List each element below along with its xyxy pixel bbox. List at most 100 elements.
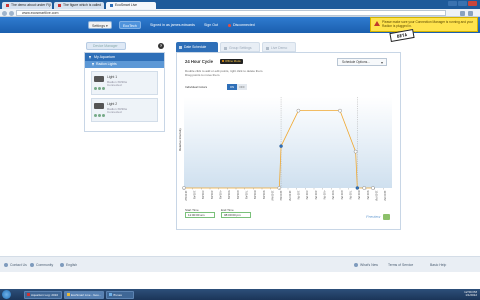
aquarium-header[interactable]: My Aquarium — [85, 53, 164, 61]
remove-icon[interactable] — [102, 87, 105, 90]
start-button[interactable] — [2, 290, 11, 299]
group-icon — [224, 46, 227, 50]
x-tick-label: 6:00 PM — [340, 191, 343, 200]
footer-link-terms[interactable]: Terms of Service — [388, 262, 413, 268]
footer-link-language[interactable]: English — [60, 262, 77, 268]
forward-icon[interactable] — [9, 10, 14, 16]
x-tick-label: 8:00 PM — [357, 191, 360, 200]
x-tick-label: 4:00 AM — [218, 191, 221, 200]
light-tools — [94, 87, 105, 90]
light-item-2[interactable]: Light 2 Radion XR30w Connected — [91, 98, 158, 122]
footer-link-text: Contact Us — [10, 263, 27, 267]
control-point-5[interactable] — [362, 186, 367, 190]
news-icon — [354, 263, 358, 268]
schedule-panel: 24 Hour Cycle Offline Mode Schedule Opti… — [176, 52, 401, 230]
calendar-icon — [179, 45, 182, 49]
browser-tab-1[interactable]: The demo about under Fiji — [2, 2, 52, 9]
radion-light-icon — [94, 103, 104, 109]
device-manager-button[interactable]: Device Manager — [86, 42, 126, 50]
x-tick-label: 10:00 PM — [374, 191, 377, 201]
x-tick-label: 12:00 AM — [184, 191, 187, 201]
x-tick-label: 9:00 AM — [262, 191, 265, 200]
tab-title: The figure which is called — [63, 3, 102, 7]
tab-label: Live Demo — [271, 46, 288, 50]
control-point-3[interactable] — [338, 108, 342, 113]
settings-button[interactable]: Settings ▾ — [88, 21, 112, 29]
footer-link-text: English — [66, 263, 78, 267]
browser-tab-2[interactable]: The figure which is called — [54, 2, 104, 9]
x-tick-label: 7:00 AM — [244, 191, 247, 200]
control-point-6[interactable] — [371, 186, 375, 190]
system-clock[interactable]: 12:59 PM 1/1/2012 — [464, 290, 477, 298]
x-tick-label: 8:00 AM — [253, 191, 256, 200]
taskbar-label: Aquarium Log: 2010 — [31, 292, 59, 297]
start-time-input[interactable]: 11:00:00 am — [185, 212, 215, 218]
ecotech-button[interactable]: EcoTech — [119, 21, 141, 29]
x-tick-label: 6:00 AM — [236, 191, 239, 200]
url-input[interactable]: www.ecosmartlive.com — [16, 10, 446, 16]
instruction-line: Drag points to move them. — [185, 73, 221, 78]
sign-out-link[interactable]: Sign Out — [204, 21, 218, 29]
x-tick-label: 3:00 AM — [210, 191, 213, 200]
preview-link[interactable]: Preview — [366, 214, 380, 219]
x-tick-label: 9:00 PM — [366, 191, 369, 200]
app-icon — [26, 293, 30, 296]
y-axis-label: Relative Intensity — [178, 128, 182, 151]
end-time-input[interactable]: 08:00:00 pm — [221, 212, 251, 218]
address-bar: www.ecosmartlive.com — [0, 9, 480, 17]
radion-light-icon — [94, 76, 104, 82]
browser-tab-bar: The demo about under Fiji The figure whi… — [0, 0, 480, 9]
remove-icon[interactable] — [102, 114, 105, 117]
browser-tab-3[interactable]: EcoSmart Live — [106, 2, 156, 9]
light-name: Light 1 — [107, 75, 118, 79]
app-icon — [108, 293, 112, 296]
x-tick-label: 10:00 AM — [270, 191, 273, 201]
radion-lights-group[interactable]: Radion Lights — [85, 61, 164, 68]
footer-link-community[interactable]: Community — [30, 262, 53, 268]
footer-link-help[interactable]: Basic Help — [430, 262, 446, 268]
control-point-2[interactable] — [296, 108, 301, 113]
settings-icon[interactable] — [98, 87, 101, 90]
status-text: Disconnected — [233, 23, 255, 27]
light-tools — [94, 114, 105, 117]
footer-link-contact[interactable]: Contact Us — [4, 262, 27, 268]
x-tick-label: 1:00 AM — [192, 191, 195, 200]
minimize-button[interactable] — [448, 1, 457, 6]
edit-icon[interactable] — [94, 114, 97, 117]
wrench-icon[interactable] — [468, 10, 473, 16]
maximize-button[interactable] — [458, 1, 467, 6]
settings-icon[interactable] — [98, 114, 101, 117]
contact-icon — [4, 263, 8, 268]
footer-link-whats-new[interactable]: What's New — [354, 262, 378, 268]
edit-icon[interactable] — [94, 87, 97, 90]
light-item-1[interactable]: Light 1 Radion XR30w Connected — [91, 71, 158, 95]
x-tick-label: 1:00 PM — [296, 191, 299, 200]
x-tick-label: 11:00 AM — [279, 191, 282, 201]
taskbar-item-1[interactable]: Aquarium Log: 2010 — [24, 290, 62, 299]
light-name: Light 2 — [107, 102, 118, 106]
back-icon[interactable] — [2, 10, 7, 16]
x-tick-label: 7:00 PM — [348, 191, 351, 200]
tab-date-schedule[interactable]: Date Schedule — [176, 42, 218, 52]
control-point-4[interactable] — [353, 149, 358, 154]
x-tick-label: 2:00 PM — [305, 191, 308, 200]
community-icon — [30, 263, 34, 268]
taskbar-item-3[interactable]: iTunes — [106, 290, 134, 299]
preview-play-icon[interactable] — [383, 214, 390, 220]
schedule-options-select[interactable]: Schedule Options... — [337, 58, 387, 66]
tab-group-settings[interactable]: Group Settings — [220, 42, 260, 52]
x-tick-label: 2:00 AM — [201, 191, 204, 200]
taskbar-item-2[interactable]: EcoSmart Live - Goo... — [64, 290, 104, 299]
warning-icon — [374, 21, 380, 26]
taskbar-label: EcoSmart Live - Goo... — [71, 292, 102, 297]
close-window-button[interactable] — [468, 1, 477, 6]
signed-in-text: Signed in as james.edwards — [150, 23, 195, 27]
help-icon[interactable]: ? — [158, 43, 164, 49]
intensity-chart[interactable]: Relative Intensity 12:00 AM 1:00 AM 2:00 A… — [177, 89, 402, 209]
x-tick-label: 5:00 AM — [227, 191, 230, 200]
window-controls — [448, 1, 477, 6]
light-status: Connected — [107, 83, 122, 87]
page-menu-icon[interactable] — [460, 10, 465, 16]
tab-live-demo[interactable]: Live Demo — [262, 42, 296, 52]
selected-point-0[interactable] — [279, 144, 283, 148]
